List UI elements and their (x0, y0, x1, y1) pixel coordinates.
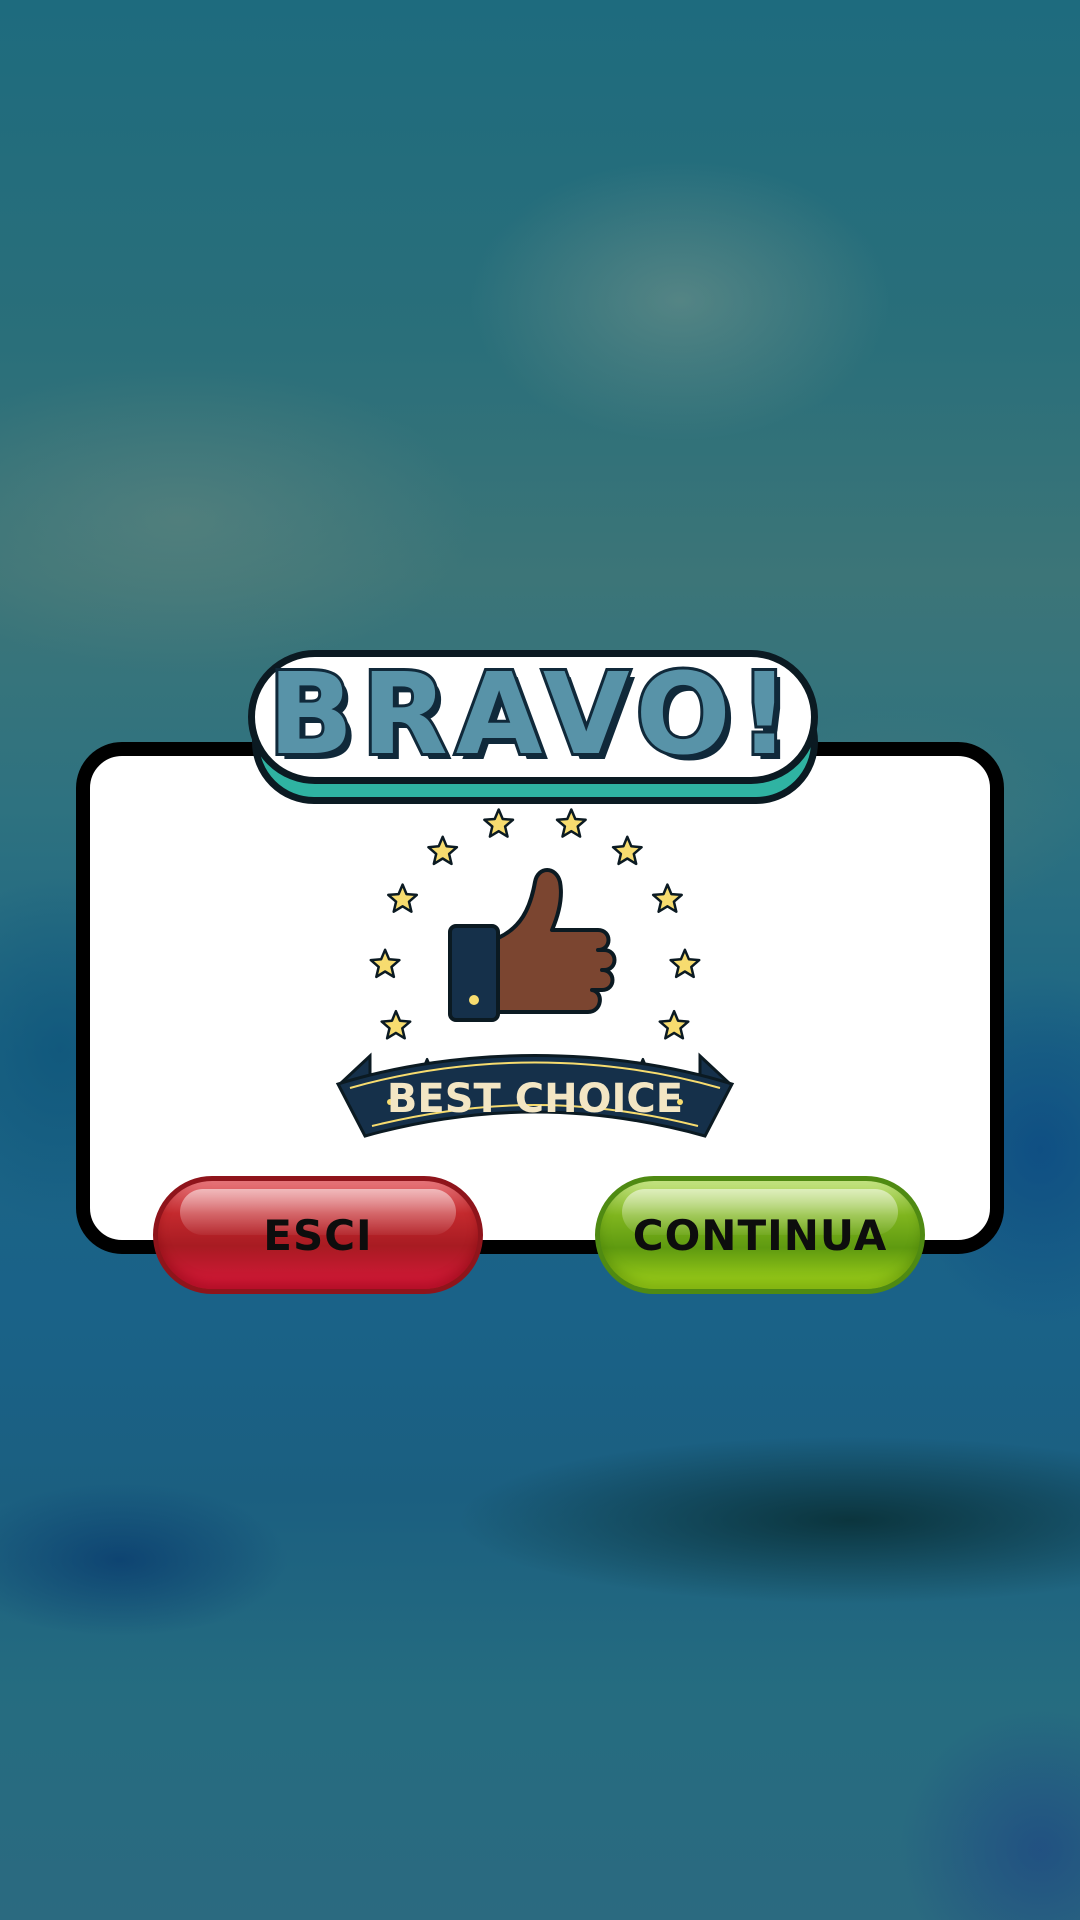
exit-button-label: ESCI (263, 1210, 373, 1260)
star-icon (369, 948, 401, 979)
thumbs-up-icon (448, 868, 617, 1022)
best-choice-badge: BEST CHOICE (335, 808, 735, 1138)
star-icon (658, 1009, 690, 1040)
star-icon (380, 1009, 412, 1040)
continue-button-label: CONTINUA (632, 1210, 888, 1260)
star-icon (427, 835, 459, 866)
star-icon (669, 948, 701, 979)
continue-button[interactable]: CONTINUA (595, 1176, 925, 1294)
best-choice-banner: BEST CHOICE (335, 1052, 735, 1138)
exit-button[interactable]: ESCI (153, 1176, 483, 1294)
header-pill: BRAVO! (248, 650, 818, 784)
banner-text: BEST CHOICE (387, 1076, 683, 1122)
dialog-title: BRAVO! (265, 650, 798, 780)
star-icon (611, 835, 643, 866)
star-icon (387, 883, 419, 913)
star-icon (483, 808, 515, 838)
star-icon (555, 808, 587, 838)
star-icon (651, 883, 683, 913)
